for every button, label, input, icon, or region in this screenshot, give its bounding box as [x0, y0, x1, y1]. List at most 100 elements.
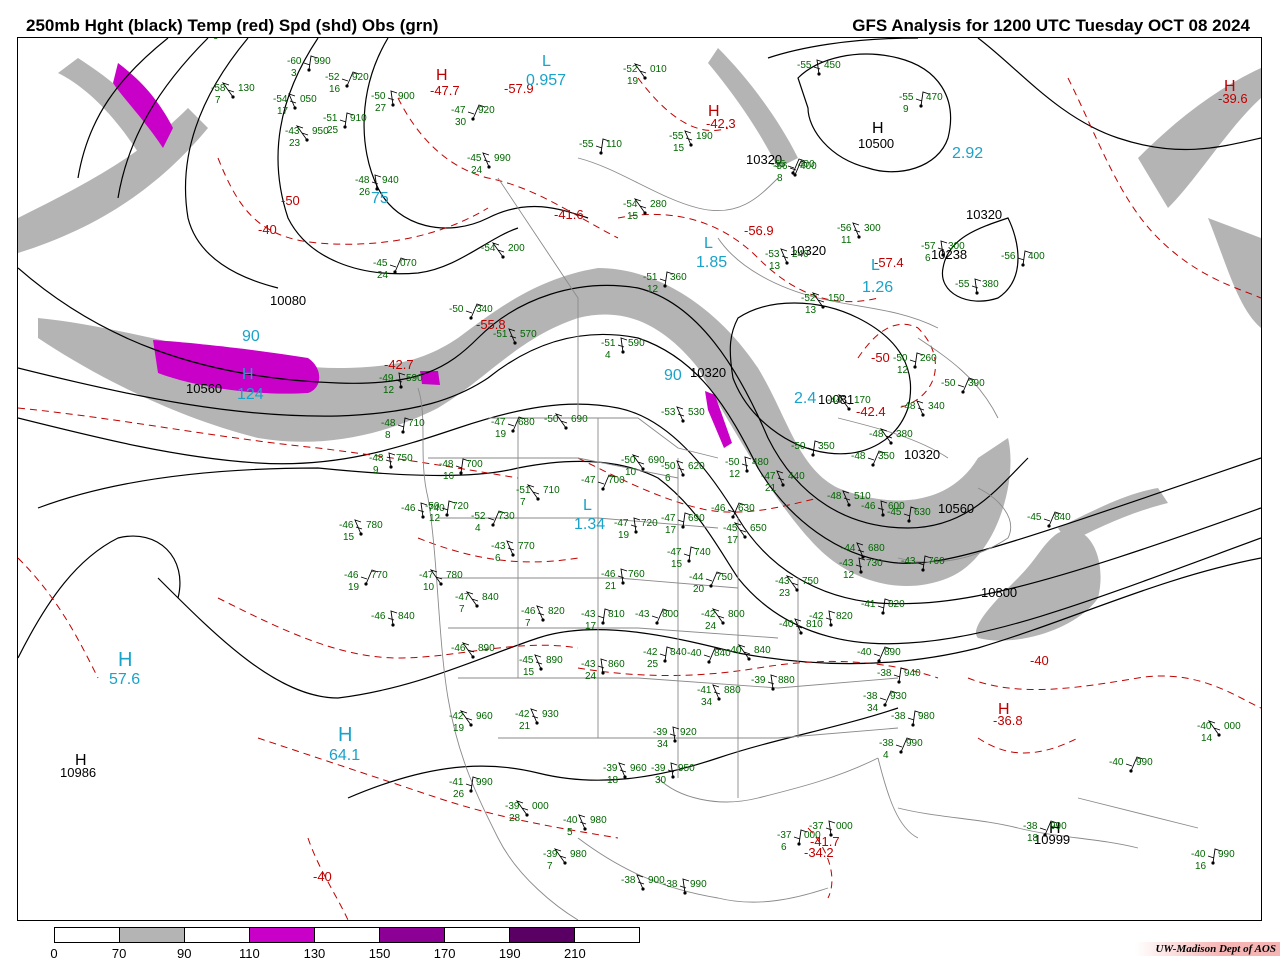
station-obs: -52 150 13 — [801, 292, 845, 316]
obs-temp: -48 — [381, 418, 396, 429]
low-center-value: 1.85 — [696, 254, 727, 271]
credit-label: UW-Madison Dept of AOS — [1135, 942, 1280, 956]
legend-segment — [55, 928, 120, 942]
obs-temp: -56 — [773, 161, 788, 172]
obs-dewpoint-depression: 23 — [779, 588, 791, 599]
obs-temp: -52 — [623, 64, 638, 75]
obs-height: 940 — [904, 668, 921, 679]
obs-height: 590 — [628, 338, 645, 349]
obs-dewpoint-depression: 21 — [605, 581, 617, 592]
analysis-time-title: GFS Analysis for 1200 UTC Tuesday OCT 08… — [852, 16, 1250, 35]
obs-temp: -51 — [493, 329, 508, 340]
obs-dewpoint-depression: 19 — [627, 76, 639, 87]
obs-temp: -40 — [1197, 721, 1212, 732]
wind-barb — [385, 452, 396, 468]
high-center-letter: H — [118, 649, 132, 671]
legend-tick-label: 210 — [564, 946, 586, 961]
station-obs: -42 800 24 — [701, 608, 745, 632]
obs-height: 340 — [928, 401, 945, 412]
legend-segment — [380, 928, 445, 942]
wind-barb — [536, 605, 545, 621]
obs-temp: -42 — [449, 711, 464, 722]
obs-height: 110 — [606, 139, 622, 150]
obs-dewpoint-depression: 34 — [701, 697, 713, 708]
speed-label: 2.92 — [952, 145, 983, 162]
obs-dewpoint-depression: 12 — [729, 469, 741, 480]
obs-height: 150 — [828, 293, 845, 304]
station-obs: -53 530 — [661, 406, 705, 423]
obs-temp: -43 — [285, 126, 300, 137]
temperature-labels: -47.7 -57.9 -41.6 -42.3 -56.9 -50 -55.8 … — [258, 81, 1248, 884]
obs-height: 950 — [312, 126, 329, 137]
obs-temp: -50 — [425, 501, 440, 512]
obs-temp: -43 — [635, 609, 650, 620]
obs-height: 470 — [926, 92, 943, 103]
high-center-letter: H — [242, 366, 254, 383]
wind-barb — [617, 337, 628, 353]
station-obs: -39 000 28 — [505, 800, 549, 824]
obs-temp: -44 — [841, 543, 856, 554]
obs-height: 760 — [628, 569, 645, 580]
station-obs: -43 770 6 — [491, 540, 535, 564]
obs-temp: -58 — [211, 83, 226, 94]
station-obs: -48 750 9 — [369, 452, 413, 476]
obs-temp: -55 — [579, 139, 594, 150]
obs-height: 630 — [914, 507, 931, 518]
obs-temp: -50 — [791, 441, 806, 452]
high-center-letter: H — [708, 103, 720, 120]
legend-segment — [445, 928, 510, 942]
obs-dewpoint-depression: 17 — [585, 621, 597, 632]
obs-temp: -56 — [837, 223, 852, 234]
obs-temp: -50 — [449, 304, 464, 315]
obs-dewpoint-depression: 26 — [359, 187, 371, 198]
obs-height: 680 — [518, 417, 535, 428]
obs-dewpoint-depression: 16 — [443, 471, 455, 482]
obs-temp: -39 — [543, 849, 558, 860]
obs-height: 820 — [888, 599, 905, 610]
obs-temp: -38 — [621, 875, 636, 886]
obs-height: 770 — [371, 570, 388, 581]
legend-tick-label: 150 — [368, 946, 391, 961]
high-center-letter: H — [75, 752, 87, 769]
high-center-letter: H — [872, 120, 884, 137]
station-obs: -45 650 17 — [723, 522, 767, 546]
high-center-value: 57.6 — [109, 671, 140, 688]
legend-segment — [185, 928, 250, 942]
obs-dewpoint-depression: 17 — [727, 535, 739, 546]
obs-temp: -50 — [893, 353, 908, 364]
station-obs: -47 840 7 — [455, 591, 499, 615]
obs-height: 720 — [452, 501, 469, 512]
temp-label: -41.6 — [554, 207, 584, 222]
low-center-letter: L — [583, 497, 592, 514]
obs-temp: -47 — [667, 547, 682, 558]
legend-tick-label: 90 — [176, 946, 192, 961]
obs-temp: -47 — [419, 570, 434, 581]
wind-barb — [288, 93, 297, 109]
obs-dewpoint-depression: 7 — [525, 618, 531, 629]
station-obs: -50 900 27 — [371, 90, 415, 114]
legend-tick-label: 130 — [303, 946, 326, 961]
obs-temp: -50 — [725, 457, 740, 468]
obs-temp: -60 — [287, 56, 302, 67]
station-obs: -54 280 15 — [623, 198, 667, 222]
obs-temp: -45 — [519, 655, 534, 666]
station-obs: -50 260 12 — [893, 352, 937, 376]
obs-dewpoint-depression: 25 — [327, 125, 339, 136]
obs-temp: -43 — [839, 558, 854, 569]
temp-label: -50 — [871, 350, 890, 365]
obs-dewpoint-depression: 10 — [625, 467, 637, 478]
obs-temp: -53 — [765, 249, 780, 260]
obs-dewpoint-depression: 27 — [375, 103, 387, 114]
obs-height: 730 — [866, 558, 883, 569]
obs-dewpoint-depression: 3 — [291, 68, 297, 79]
obs-height: 710 — [543, 485, 560, 496]
station-obs: -43 800 — [635, 608, 679, 625]
obs-temp: -55 — [899, 92, 914, 103]
station-obs: -48 350 — [851, 450, 895, 467]
low-center-value: 0.957 — [526, 72, 566, 89]
obs-dewpoint-depression: 18 — [1027, 833, 1039, 844]
station-obs: -43 950 23 — [285, 125, 329, 149]
temp-label: -40 — [313, 869, 332, 884]
obs-temp: -43 — [775, 576, 790, 587]
obs-height: 910 — [350, 113, 367, 124]
